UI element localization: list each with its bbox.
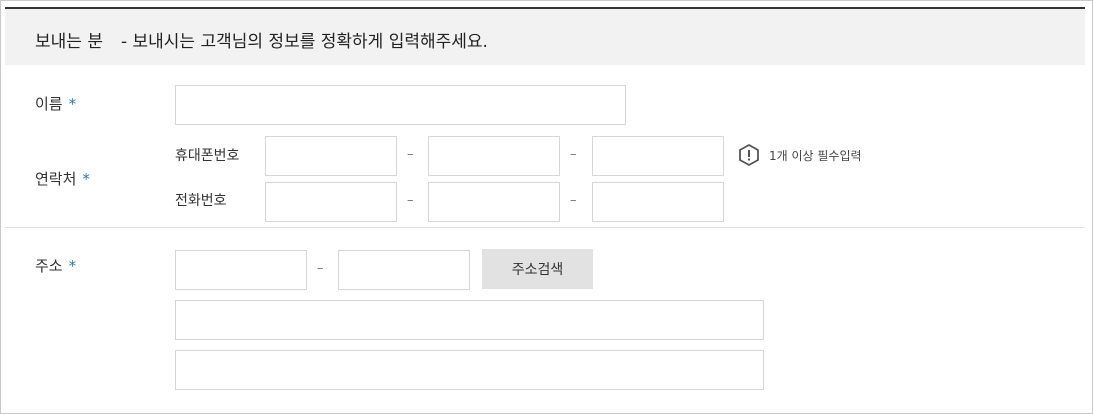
address-search-button[interactable]: 주소검색 (482, 249, 593, 289)
phone-input-1[interactable] (265, 182, 397, 222)
dash: – (407, 193, 414, 208)
phone-input-2[interactable] (428, 182, 560, 222)
contact-label-text: 연락처 (35, 170, 77, 188)
notice-text: 1개 이상 필수입력 (769, 148, 862, 163)
zipcode-input-1[interactable] (175, 250, 307, 290)
phone-input-3[interactable] (592, 182, 724, 222)
name-label: 이름 * (35, 93, 76, 114)
zipcode-input-2[interactable] (338, 250, 470, 290)
required-mark: * (68, 95, 77, 113)
sender-description: - 보내시는 고객님의 정보를 정확하게 입력해주세요. (120, 32, 488, 52)
address-label-text: 주소 (35, 257, 63, 275)
warning-icon (739, 143, 759, 167)
dash: – (570, 193, 577, 208)
contact-label: 연락처 * (35, 168, 90, 189)
mobile-input-2[interactable] (428, 136, 560, 176)
mobile-input-3[interactable] (592, 136, 724, 176)
dash: – (317, 261, 324, 276)
sender-title: 보내는 분 (35, 32, 103, 52)
required-mark: * (68, 257, 77, 275)
dash: – (407, 147, 414, 162)
address-label: 주소 * (35, 255, 76, 276)
divider (5, 227, 1085, 228)
name-label-text: 이름 (35, 95, 63, 113)
address-input[interactable] (175, 300, 764, 340)
required-mark: * (82, 170, 90, 188)
phone-label: 전화번호 (175, 193, 227, 209)
address-detail-input[interactable] (175, 350, 764, 390)
dash: – (570, 147, 577, 162)
mobile-input-1[interactable] (265, 136, 397, 176)
name-input[interactable] (175, 85, 626, 125)
section-title: 보내는 분 - 보내시는 고객님의 정보를 정확하게 입력해주세요. (35, 27, 488, 52)
mobile-label: 휴대폰번호 (175, 148, 240, 164)
required-notice: 1개 이상 필수입력 (737, 143, 862, 167)
section-header: 보내는 분 - 보내시는 고객님의 정보를 정확하게 입력해주세요. (5, 7, 1085, 65)
